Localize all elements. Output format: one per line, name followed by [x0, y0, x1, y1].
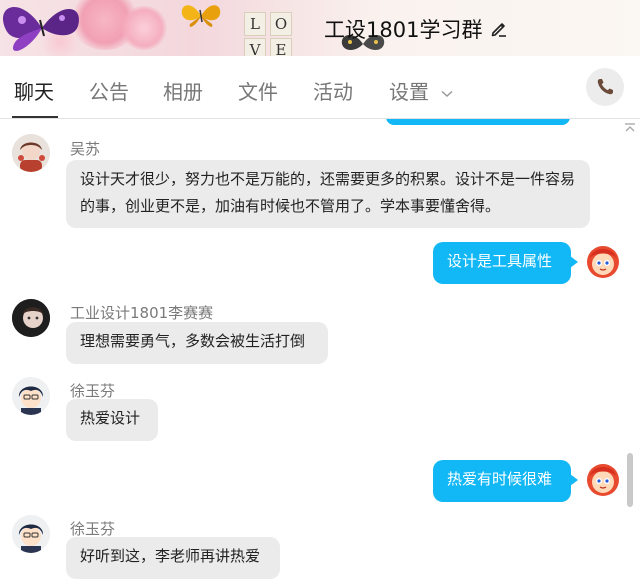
message-bubble[interactable]: 理想需要勇气，多数会被生活打倒: [66, 322, 328, 364]
tab-settings[interactable]: 设置: [389, 76, 453, 105]
avatar[interactable]: [12, 299, 50, 337]
sender-name: 徐玉芬: [70, 520, 116, 538]
pencil-icon[interactable]: [490, 20, 508, 38]
tab-announcements[interactable]: 公告: [89, 76, 129, 105]
tab-bar: 聊天 公告 相册 文件 活动 设置: [0, 56, 640, 119]
love-tile: O: [270, 12, 292, 36]
message-bubble[interactable]: 设计天才很少，努力也不是万能的，还需要更多的积累。设计不是一件容易的事，创业更不…: [66, 160, 590, 228]
collapse-icon[interactable]: [624, 123, 636, 133]
group-header-banner: L O V E 工设1801学习群: [0, 0, 640, 56]
my-avatar[interactable]: [584, 242, 622, 280]
sender-name: 吴苏: [70, 140, 101, 158]
sender-name: 徐玉芬: [70, 382, 116, 400]
love-tile: L: [244, 12, 266, 36]
group-title: 工设1801学习群: [324, 14, 508, 44]
scrollbar-thumb[interactable]: [627, 453, 633, 507]
my-avatar[interactable]: [584, 460, 622, 498]
message-bubble-outgoing[interactable]: 设计是工具属性: [433, 242, 578, 284]
user-avatar-icon: [12, 377, 50, 415]
user-avatar-icon: [12, 515, 50, 553]
tab-album[interactable]: 相册: [163, 76, 203, 105]
chevron-down-icon: [441, 90, 453, 97]
cartoon-avatar-icon: [584, 460, 622, 498]
message-bubble[interactable]: 热爱设计: [66, 399, 158, 441]
love-tile: V: [244, 38, 266, 56]
tab-chat[interactable]: 聊天: [14, 76, 54, 105]
avatar[interactable]: [12, 134, 50, 172]
tab-activities[interactable]: 活动: [313, 76, 353, 105]
butterfly-decoration-icon: [181, 5, 221, 27]
avatar[interactable]: [12, 515, 50, 553]
group-name: 工设1801学习群: [324, 18, 483, 42]
love-tile: E: [270, 38, 292, 56]
active-tab-indicator: [12, 116, 58, 118]
chat-message-area[interactable]: 吴苏 设计天才很少，努力也不是万能的，还需要更多的积累。设计不是一件容易的事，创…: [0, 119, 640, 588]
message-bubble-outgoing[interactable]: 热爱有时候很难: [433, 460, 578, 502]
tab-settings-label: 设置: [389, 80, 429, 104]
butterfly-decoration-icon: [2, 6, 79, 51]
phone-icon: [597, 79, 613, 95]
previous-message-bubble: [386, 119, 570, 125]
user-avatar-icon: [12, 134, 50, 172]
cartoon-avatar-icon: [584, 242, 622, 280]
avatar[interactable]: [12, 377, 50, 415]
call-button[interactable]: [586, 68, 624, 106]
sender-name: 工业设计1801李赛赛: [70, 304, 214, 322]
tab-files[interactable]: 文件: [238, 76, 278, 105]
message-bubble[interactable]: 好听到这，李老师再讲热爱: [66, 537, 280, 579]
user-avatar-icon: [12, 299, 50, 337]
